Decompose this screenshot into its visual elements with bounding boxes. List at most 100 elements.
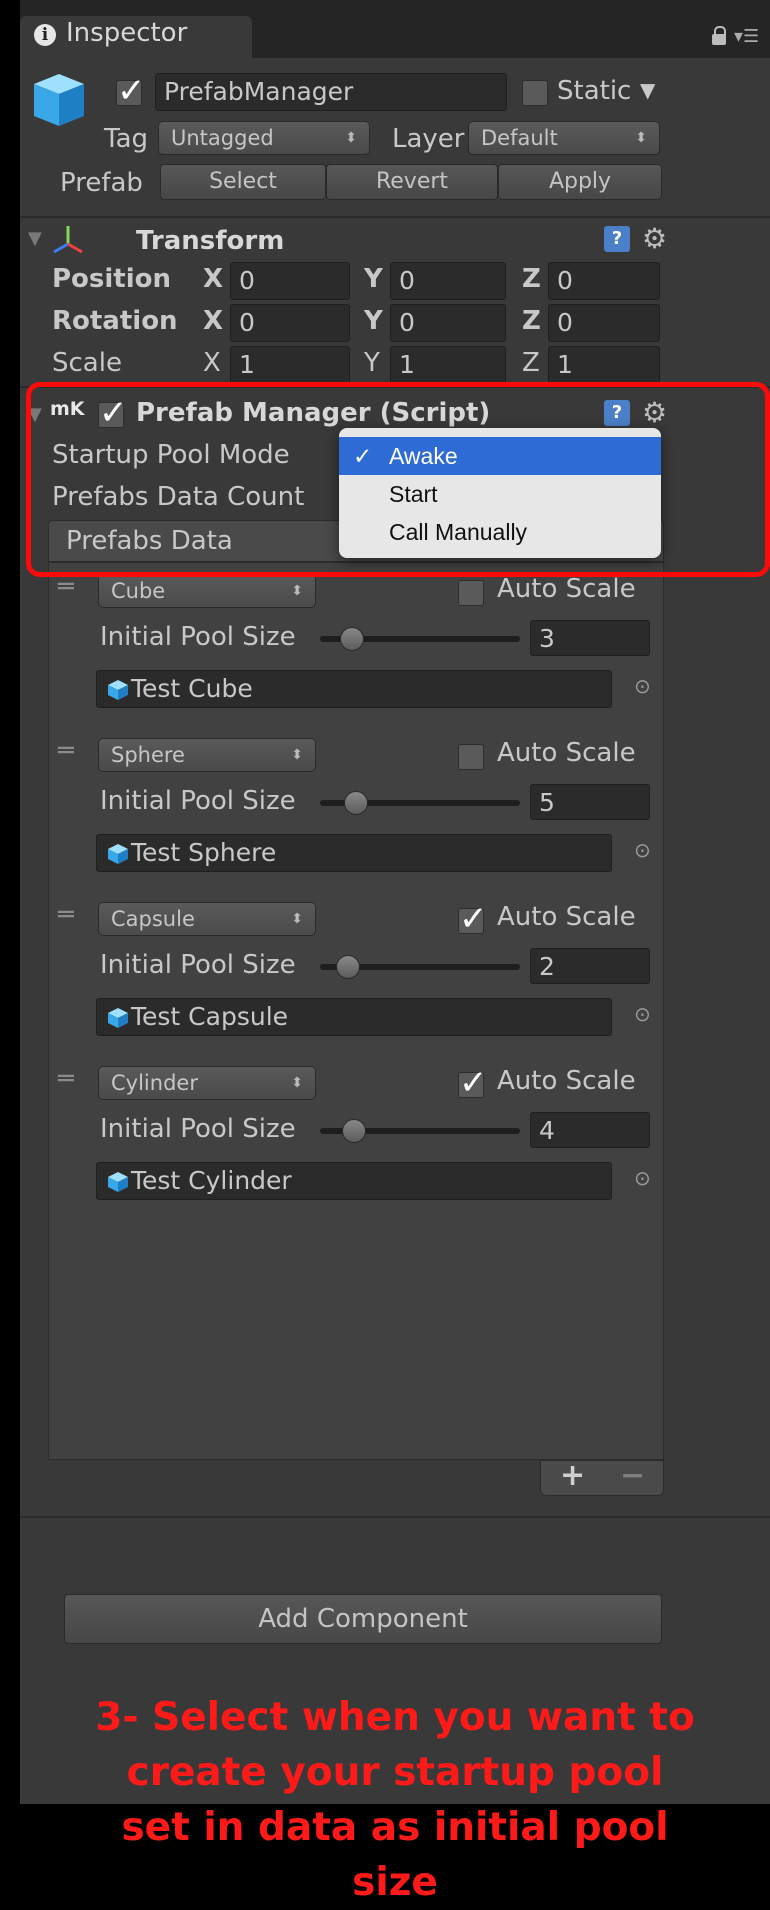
pool-size-field[interactable]: 5	[530, 784, 650, 820]
add-item-button[interactable]: +	[560, 1458, 585, 1493]
object-picker-icon[interactable]: ⊙	[634, 1166, 651, 1190]
layer-label: Layer	[392, 124, 465, 154]
prefab-object-field[interactable]: Test Cylinder	[96, 1162, 612, 1200]
prefab-type-value: Capsule	[111, 907, 195, 931]
auto-scale-checkbox[interactable]	[458, 744, 484, 770]
tag-value: Untagged	[171, 126, 274, 150]
info-icon: i	[34, 24, 56, 46]
prefab-revert-button[interactable]: Revert	[326, 164, 498, 200]
object-picker-icon[interactable]: ⊙	[634, 1002, 651, 1026]
pool-size-field[interactable]: 4	[530, 1112, 650, 1148]
layer-value: Default	[481, 126, 558, 150]
initial-pool-size-label: Initial Pool Size	[100, 950, 296, 980]
remove-item-button[interactable]: −	[620, 1458, 645, 1493]
pool-size-slider-knob[interactable]	[336, 955, 360, 979]
prefab-type-arrow-icon: ⬍	[291, 747, 303, 763]
prefab-type-arrow-icon: ⬍	[291, 911, 303, 927]
object-picker-icon[interactable]: ⊙	[634, 838, 651, 862]
rotation-z-field[interactable]: 0	[548, 304, 660, 342]
tag-label: Tag	[104, 124, 149, 154]
static-dropdown-icon[interactable]: ▼	[640, 78, 655, 102]
rotation-y-field[interactable]: 0	[390, 304, 506, 342]
prefab-apply-button[interactable]: Apply	[498, 164, 662, 200]
drag-handle-icon[interactable]: ═	[58, 736, 74, 766]
prefab-type-value: Cube	[111, 579, 166, 603]
pool-size-slider-knob[interactable]	[340, 627, 364, 651]
prefab-object-cube-icon	[108, 1172, 128, 1192]
axis-x-label: X	[203, 306, 224, 336]
drag-handle-icon[interactable]: ═	[58, 900, 74, 930]
prefab-type-value: Sphere	[111, 743, 185, 767]
caption-line-2: create your startup pool	[126, 1750, 664, 1795]
static-label: Static	[557, 76, 632, 106]
transform-help-icon[interactable]: ?	[604, 226, 630, 252]
auto-scale-label: Auto Scale	[497, 1066, 636, 1096]
layer-dropdown[interactable]: Default ⬍	[468, 121, 660, 155]
auto-scale-checkbox[interactable]	[458, 580, 484, 606]
position-z-field[interactable]: 0	[548, 262, 660, 300]
axis-x-label: X	[203, 348, 221, 378]
prefab-object-field[interactable]: Test Capsule	[96, 998, 612, 1036]
prefab-type-dropdown[interactable]: Cylinder ⬍	[98, 1066, 316, 1100]
axis-z-label: Z	[522, 348, 540, 378]
instruction-caption: 3- Select when you want to create your s…	[20, 1690, 770, 1910]
transform-axis-icon	[53, 226, 83, 254]
scale-y-field[interactable]: 1	[390, 346, 506, 384]
prefab-type-dropdown[interactable]: Cube ⬍	[98, 574, 316, 608]
object-picker-icon[interactable]: ⊙	[634, 674, 651, 698]
prefab-type-arrow-icon: ⬍	[291, 1075, 303, 1091]
scale-x-field[interactable]: 1	[230, 346, 350, 384]
prefab-object-cube-icon	[108, 1008, 128, 1028]
position-x-field[interactable]: 0	[230, 262, 350, 300]
pool-size-field[interactable]: 3	[530, 620, 650, 656]
highlight-box	[26, 382, 770, 577]
tab-title: Inspector	[66, 18, 188, 48]
lock-shackle-icon	[714, 26, 726, 36]
transform-position-label: Position	[52, 264, 172, 294]
prefab-type-dropdown[interactable]: Sphere ⬍	[98, 738, 316, 772]
prefab-object-name: Test Capsule	[131, 1002, 289, 1031]
active-checkbox[interactable]	[116, 71, 146, 111]
transform-scale-label: Scale	[52, 348, 122, 378]
prefab-object-field[interactable]: Test Cube	[96, 670, 612, 708]
auto-scale-label: Auto Scale	[497, 574, 636, 604]
axis-y-label: Y	[364, 348, 380, 378]
prefab-object-cube-icon	[108, 680, 128, 700]
axis-z-label: Z	[522, 264, 541, 294]
prefab-object-name: Test Sphere	[131, 838, 277, 867]
prefab-type-arrow-icon: ⬍	[291, 583, 303, 599]
scale-z-field[interactable]: 1	[548, 346, 660, 384]
pool-size-field[interactable]: 2	[530, 948, 650, 984]
drag-handle-icon[interactable]: ═	[58, 1064, 74, 1094]
initial-pool-size-label: Initial Pool Size	[100, 786, 296, 816]
pool-size-slider-knob[interactable]	[342, 1119, 366, 1143]
tab-menu-icon[interactable]: ▾☰	[734, 26, 759, 47]
prefab-select-button[interactable]: Select	[160, 164, 326, 200]
object-name-field[interactable]: PrefabManager	[155, 73, 507, 111]
auto-scale-checkbox[interactable]	[458, 899, 488, 939]
auto-scale-label: Auto Scale	[497, 738, 636, 768]
initial-pool-size-label: Initial Pool Size	[100, 622, 296, 652]
transform-foldout-icon[interactable]: ▼	[28, 228, 42, 249]
list-footer	[540, 1460, 664, 1496]
pool-size-slider-knob[interactable]	[344, 791, 368, 815]
prefab-cube-icon	[34, 74, 84, 126]
caption-line-1: 3- Select when you want to	[95, 1695, 695, 1740]
auto-scale-label: Auto Scale	[497, 902, 636, 932]
transform-title: Transform	[136, 226, 285, 256]
layer-arrow-icon: ⬍	[635, 130, 647, 146]
prefab-object-name: Test Cylinder	[131, 1166, 292, 1195]
axis-y-label: Y	[364, 264, 383, 294]
prefab-type-dropdown[interactable]: Capsule ⬍	[98, 902, 316, 936]
static-checkbox[interactable]	[522, 80, 548, 106]
prefab-object-field[interactable]: Test Sphere	[96, 834, 612, 872]
position-y-field[interactable]: 0	[390, 262, 506, 300]
tag-dropdown[interactable]: Untagged ⬍	[158, 121, 370, 155]
rotation-x-field[interactable]: 0	[230, 304, 350, 342]
transform-gear-icon[interactable]: ⚙	[642, 222, 667, 255]
inspector-screenshot: i Inspector ▾☰ PrefabManager Static ▼ Ta…	[0, 0, 770, 1905]
add-component-button[interactable]: Add Component	[64, 1594, 662, 1644]
caption-line-3: set in data as initial pool	[121, 1805, 669, 1850]
header-divider	[20, 216, 770, 218]
auto-scale-checkbox[interactable]	[458, 1063, 488, 1103]
